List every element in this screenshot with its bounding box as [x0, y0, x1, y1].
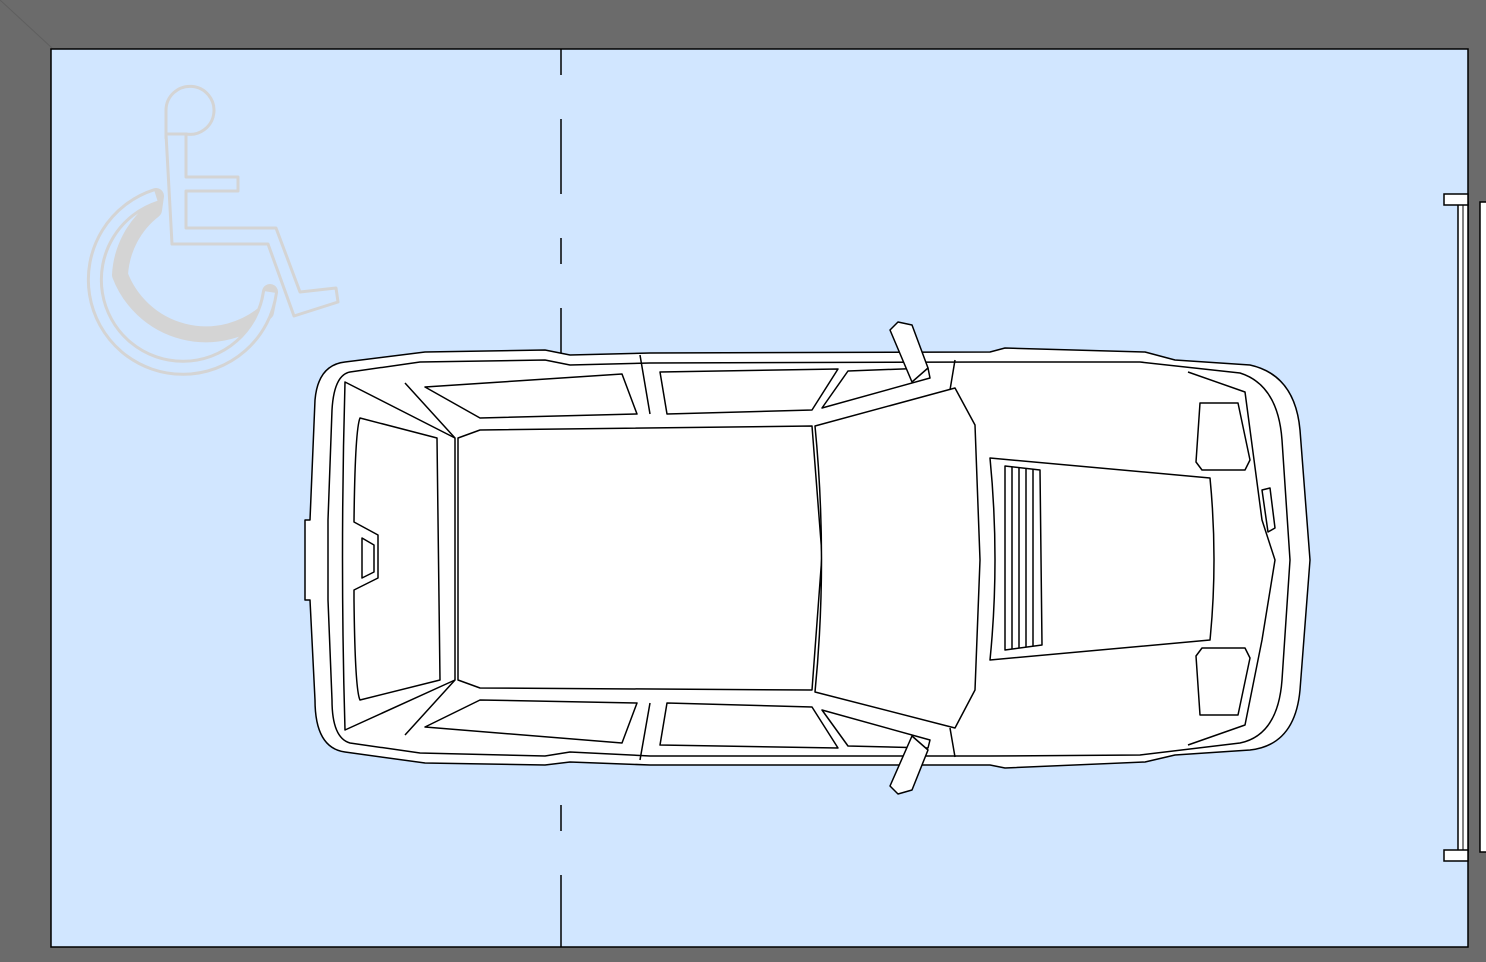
rear-wiper — [361, 537, 375, 579]
windshield — [814, 387, 981, 729]
wheel-stop-cap-top — [1443, 193, 1469, 206]
wheel-stop-right-strip — [1479, 201, 1486, 853]
side-window-mid-top — [659, 368, 839, 415]
roof — [457, 425, 823, 691]
hood — [989, 457, 1215, 661]
car-top-view — [304, 321, 1311, 795]
wheel-stop-cap-bottom — [1443, 849, 1469, 862]
parking-plan-canvas — [0, 0, 1486, 962]
side-window-mid-bottom — [659, 702, 839, 749]
